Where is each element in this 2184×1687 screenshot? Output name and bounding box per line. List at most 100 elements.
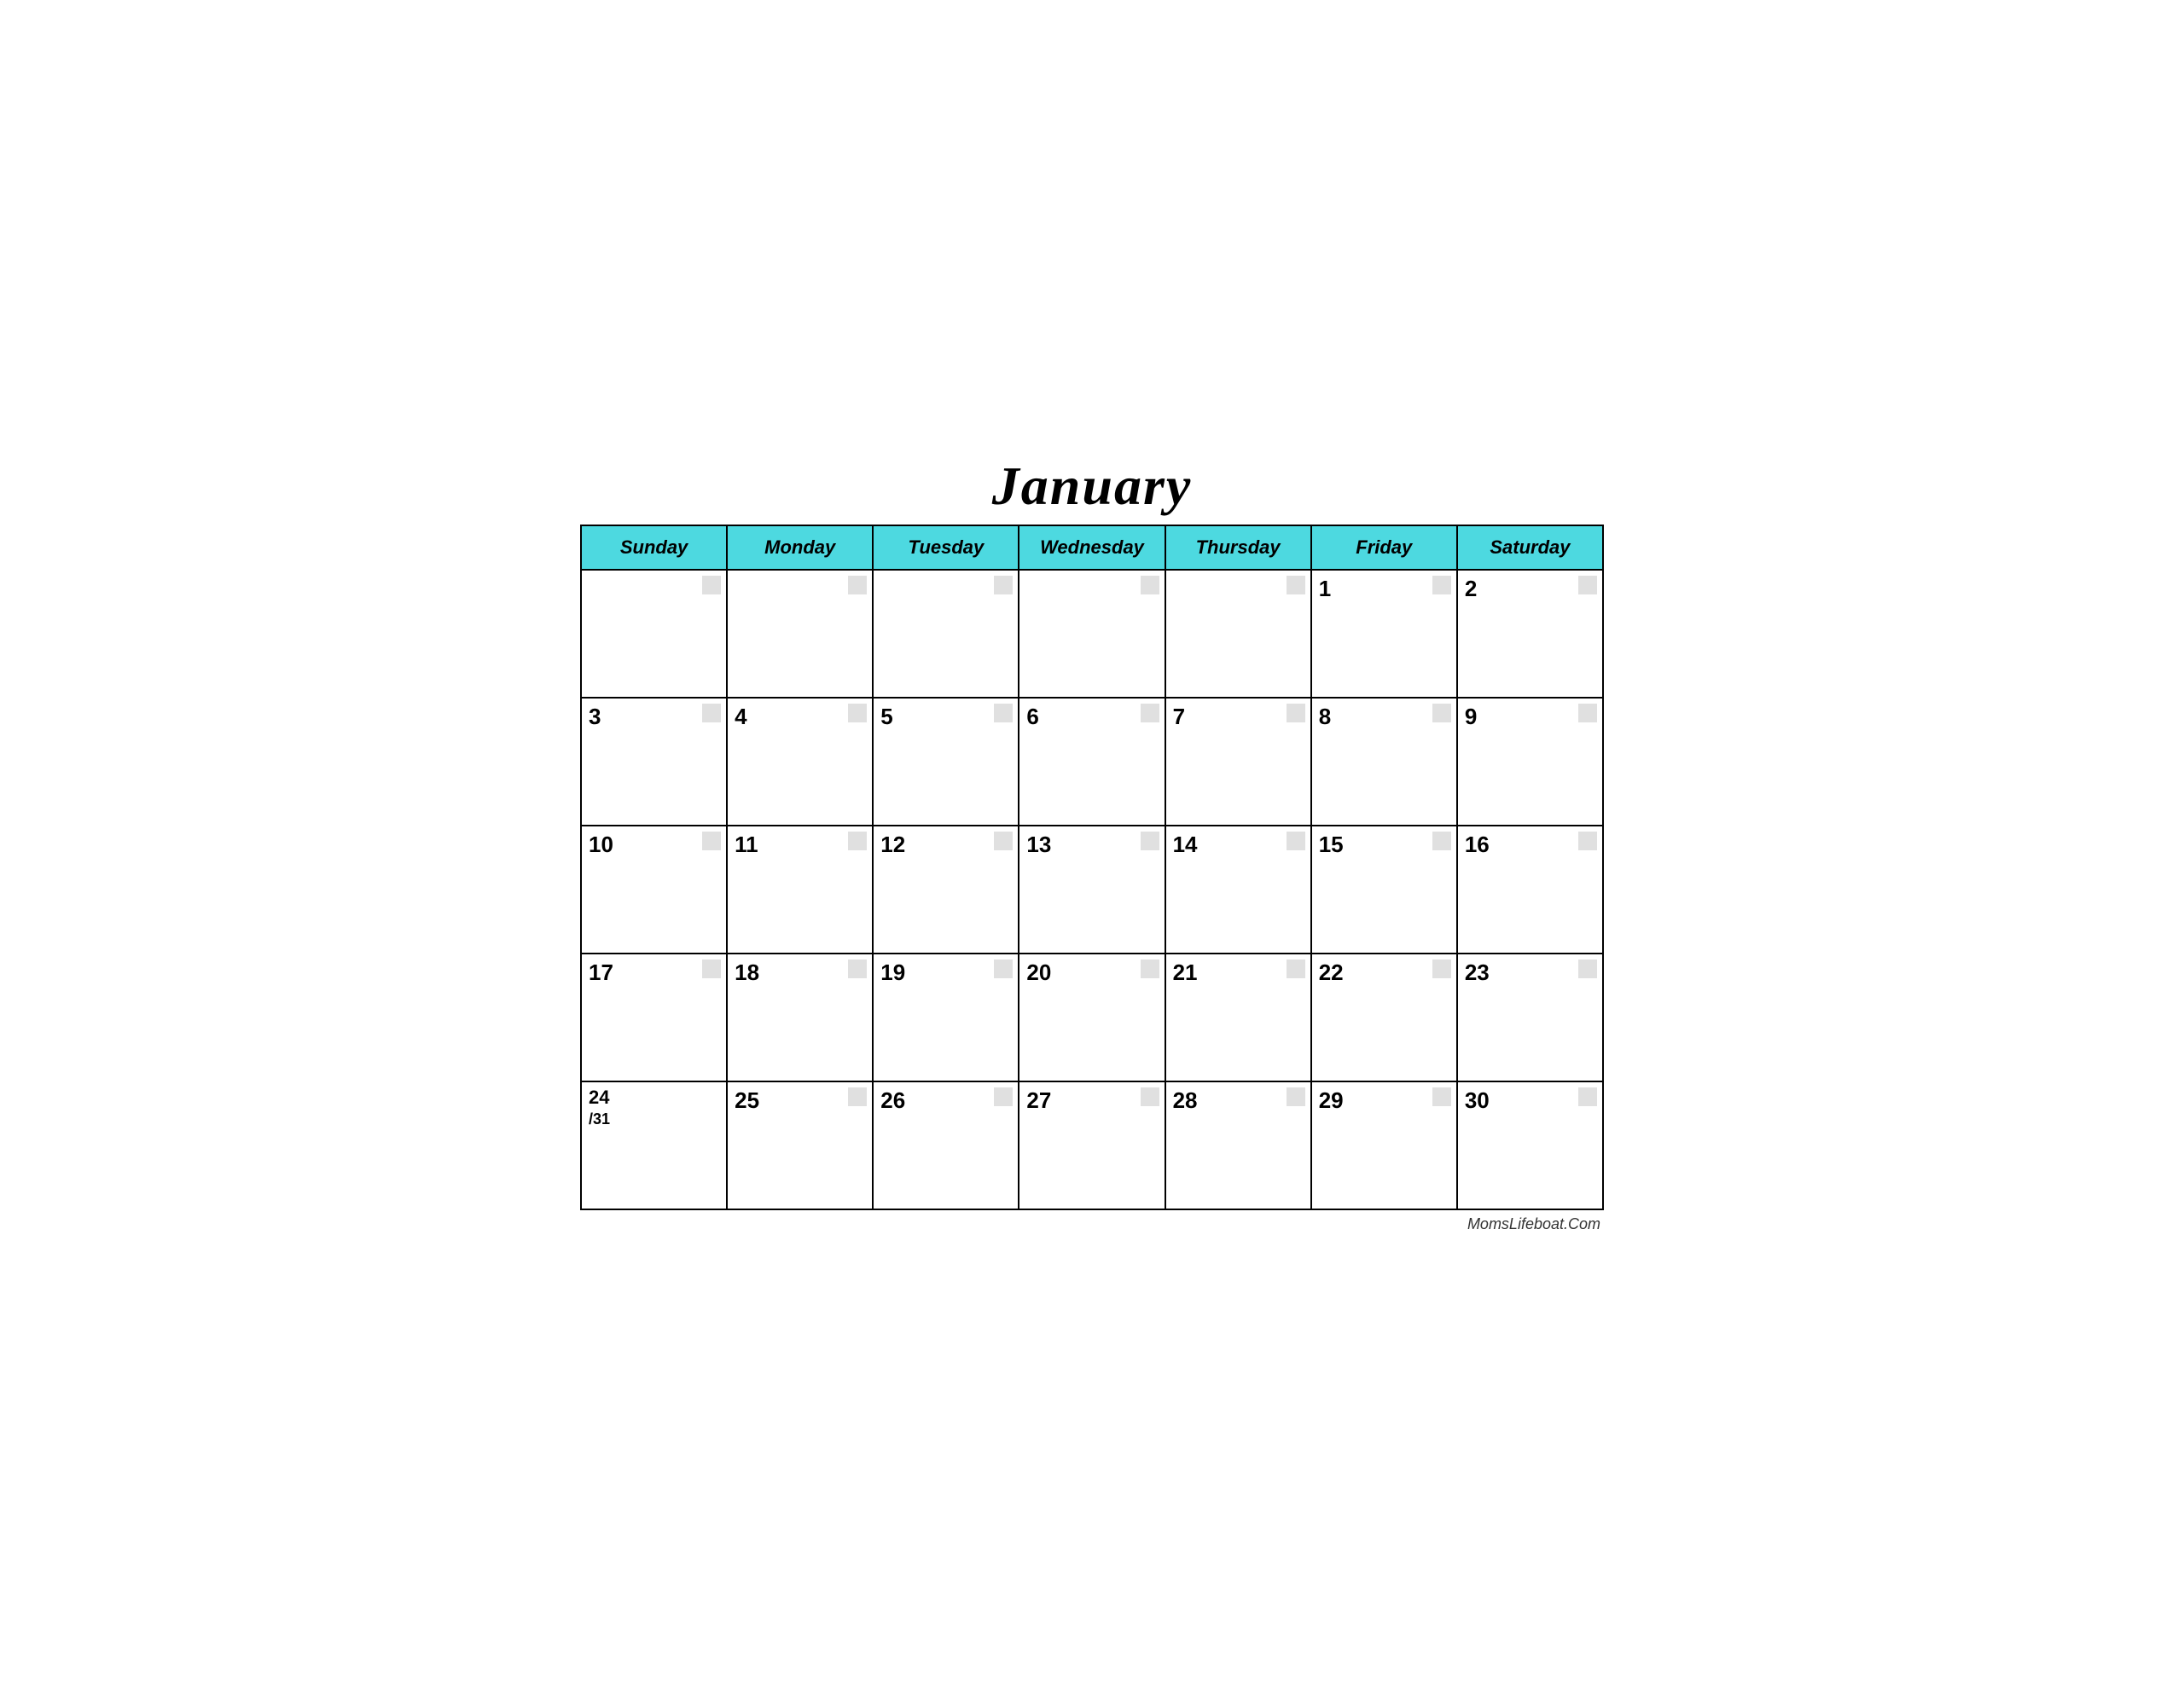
day-number: 27 <box>1026 1087 1157 1114</box>
calendar-cell: 13 <box>1019 826 1165 954</box>
day-number: 6 <box>1026 704 1157 730</box>
calendar-cell: 16 <box>1457 826 1603 954</box>
corner-mark <box>1287 959 1305 978</box>
corner-mark <box>1287 704 1305 722</box>
day-number: 12 <box>880 832 1011 858</box>
corner-mark <box>848 1087 867 1106</box>
calendar-cell: 12 <box>873 826 1019 954</box>
calendar-cell: 28 <box>1165 1081 1311 1209</box>
day-number: 30 <box>1465 1087 1595 1114</box>
day-number: 24/31 <box>589 1087 719 1128</box>
day-header-wednesday: Wednesday <box>1019 525 1165 570</box>
calendar-cell <box>727 570 873 698</box>
corner-mark <box>994 576 1013 594</box>
corner-mark <box>1141 959 1159 978</box>
calendar-cell: 3 <box>581 698 727 826</box>
corner-mark <box>848 959 867 978</box>
corner-mark <box>848 832 867 850</box>
corner-mark <box>1141 704 1159 722</box>
header-row: SundayMondayTuesdayWednesdayThursdayFrid… <box>581 525 1603 570</box>
calendar-cell: 2 <box>1457 570 1603 698</box>
day-number: 20 <box>1026 959 1157 986</box>
corner-mark <box>848 576 867 594</box>
corner-mark <box>1432 832 1451 850</box>
day-number: 8 <box>1319 704 1449 730</box>
day-number: 15 <box>1319 832 1449 858</box>
corner-mark <box>994 1087 1013 1106</box>
corner-mark <box>1578 576 1597 594</box>
calendar-cell: 22 <box>1311 954 1457 1081</box>
day-number: 11 <box>735 832 865 858</box>
corner-mark <box>702 959 721 978</box>
calendar-cell: 23 <box>1457 954 1603 1081</box>
watermark: MomsLifeboat.Com <box>580 1215 1604 1233</box>
day-header-thursday: Thursday <box>1165 525 1311 570</box>
corner-mark <box>1432 1087 1451 1106</box>
calendar-title: January <box>580 455 1604 518</box>
calendar-cell: 20 <box>1019 954 1165 1081</box>
day-number: 7 <box>1173 704 1304 730</box>
corner-mark <box>848 704 867 722</box>
calendar-cell: 27 <box>1019 1081 1165 1209</box>
day-number: 13 <box>1026 832 1157 858</box>
week-row-4: 17 18 19 20 21 22 23 <box>581 954 1603 1081</box>
day-number: 3 <box>589 704 719 730</box>
calendar-cell: 17 <box>581 954 727 1081</box>
calendar-cell: 5 <box>873 698 1019 826</box>
week-row-5: 24/31 25 26 27 28 29 30 <box>581 1081 1603 1209</box>
corner-mark <box>1287 1087 1305 1106</box>
calendar-cell: 10 <box>581 826 727 954</box>
week-row-3: 10 11 12 13 14 15 16 <box>581 826 1603 954</box>
day-number: 29 <box>1319 1087 1449 1114</box>
calendar-table: SundayMondayTuesdayWednesdayThursdayFrid… <box>580 525 1604 1210</box>
day-number: 26 <box>880 1087 1011 1114</box>
calendar-cell: 29 <box>1311 1081 1457 1209</box>
day-number: 19 <box>880 959 1011 986</box>
calendar-cell: 30 <box>1457 1081 1603 1209</box>
day-number: 1 <box>1319 576 1449 602</box>
calendar-cell: 18 <box>727 954 873 1081</box>
week-row-2: 3456789 <box>581 698 1603 826</box>
day-header-saturday: Saturday <box>1457 525 1603 570</box>
day-number: 18 <box>735 959 865 986</box>
day-number: 23 <box>1465 959 1595 986</box>
calendar-cell <box>581 570 727 698</box>
corner-mark <box>994 704 1013 722</box>
calendar-cell: 21 <box>1165 954 1311 1081</box>
corner-mark <box>1287 576 1305 594</box>
week-row-1: 12 <box>581 570 1603 698</box>
day-number: 9 <box>1465 704 1595 730</box>
calendar-cell: 14 <box>1165 826 1311 954</box>
day-number: 28 <box>1173 1087 1304 1114</box>
day-number: 16 <box>1465 832 1595 858</box>
corner-mark <box>994 832 1013 850</box>
corner-mark <box>1578 1087 1597 1106</box>
corner-mark <box>702 832 721 850</box>
corner-mark <box>1578 959 1597 978</box>
calendar-cell <box>1165 570 1311 698</box>
corner-mark <box>702 576 721 594</box>
corner-mark <box>702 704 721 722</box>
day-number: 21 <box>1173 959 1304 986</box>
calendar-cell: 25 <box>727 1081 873 1209</box>
corner-mark <box>1432 576 1451 594</box>
day-number: 25 <box>735 1087 865 1114</box>
calendar-cell: 8 <box>1311 698 1457 826</box>
calendar-cell <box>873 570 1019 698</box>
day-header-friday: Friday <box>1311 525 1457 570</box>
day-number: 22 <box>1319 959 1449 986</box>
day-header-tuesday: Tuesday <box>873 525 1019 570</box>
calendar-cell: 9 <box>1457 698 1603 826</box>
calendar-cell: 19 <box>873 954 1019 1081</box>
corner-mark <box>1287 832 1305 850</box>
corner-mark <box>994 959 1013 978</box>
calendar-cell: 1 <box>1311 570 1457 698</box>
corner-mark <box>1141 832 1159 850</box>
calendar-cell <box>1019 570 1165 698</box>
day-number: 4 <box>735 704 865 730</box>
corner-mark <box>1141 1087 1159 1106</box>
corner-mark <box>1432 959 1451 978</box>
day-number: 17 <box>589 959 719 986</box>
day-header-sunday: Sunday <box>581 525 727 570</box>
day-number: 5 <box>880 704 1011 730</box>
